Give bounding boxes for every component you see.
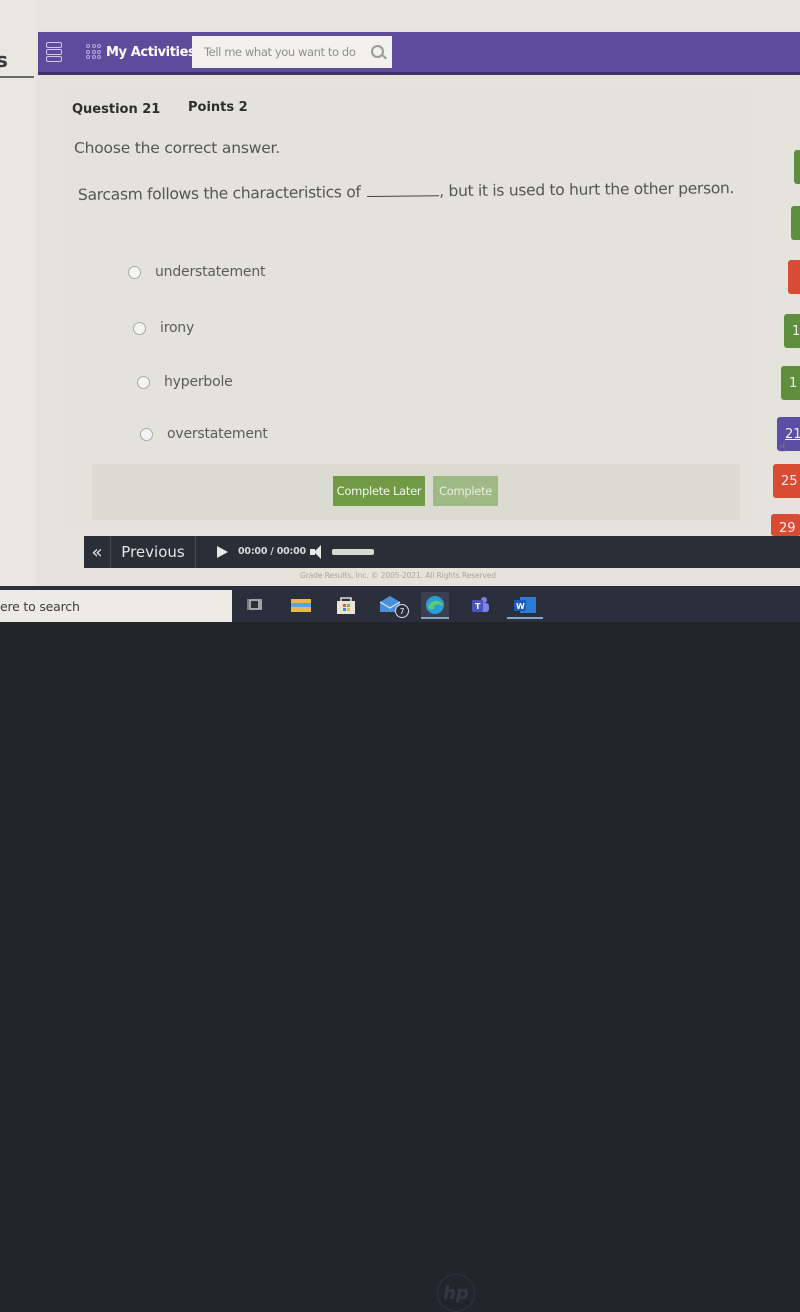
hand-cursor-icon: ☝ bbox=[778, 440, 787, 456]
question-nav-tile[interactable]: 29 bbox=[771, 514, 800, 536]
play-icon[interactable] bbox=[217, 546, 228, 558]
question-nav-tile[interactable] bbox=[791, 206, 800, 240]
file-explorer-icon[interactable] bbox=[287, 592, 315, 618]
edge-icon[interactable] bbox=[421, 592, 449, 618]
question-text-after: , but it is used to hurt the other perso… bbox=[439, 179, 735, 201]
laptop-bezel: hp bbox=[0, 622, 800, 1312]
question-nav-tile[interactable] bbox=[788, 260, 800, 294]
edge-active-indicator bbox=[421, 617, 449, 619]
answer-blank bbox=[367, 183, 440, 197]
hamburger-stack-icon[interactable] bbox=[46, 42, 64, 62]
question-nav-tile[interactable] bbox=[794, 150, 800, 184]
mail-badge: 7 bbox=[395, 604, 409, 618]
app-header: My Activities bbox=[38, 32, 800, 72]
option-hyperbole[interactable]: hyperbole bbox=[137, 374, 233, 390]
svg-text:T: T bbox=[475, 602, 481, 611]
grid-dots-icon bbox=[86, 44, 102, 60]
my-activities-label: My Activities bbox=[106, 44, 196, 60]
search-input[interactable] bbox=[202, 44, 366, 60]
radio-button[interactable] bbox=[128, 265, 141, 279]
volume-slider[interactable] bbox=[332, 549, 374, 555]
question-text-before: Sarcasm follows the characteristics of bbox=[77, 183, 361, 204]
option-label: hyperbole bbox=[164, 374, 233, 390]
complete-button[interactable]: Complete bbox=[433, 476, 498, 506]
option-understatement[interactable]: understatement bbox=[128, 264, 265, 280]
taskbar-search-box[interactable]: ere to search bbox=[0, 590, 232, 622]
my-activities-link[interactable]: My Activities bbox=[86, 40, 196, 64]
search-icon[interactable] bbox=[371, 45, 384, 58]
question-number: Question 21 bbox=[72, 102, 161, 117]
left-panel: s bbox=[0, 0, 36, 590]
speaker-icon[interactable] bbox=[310, 544, 326, 560]
radio-button[interactable] bbox=[140, 427, 153, 441]
hp-logo: hp bbox=[437, 1274, 475, 1312]
partial-tab-label: s bbox=[0, 48, 8, 72]
question-nav-tile[interactable]: 1 bbox=[784, 314, 800, 348]
radio-button[interactable] bbox=[133, 321, 146, 335]
word-active-indicator bbox=[507, 617, 543, 619]
question-nav-tile[interactable]: 1 bbox=[781, 366, 800, 400]
option-overstatement[interactable]: overstatement bbox=[140, 426, 268, 442]
word-icon[interactable]: W bbox=[511, 592, 539, 618]
bottom-nav-bar: « Previous 00:00 / 00:00 bbox=[84, 536, 800, 568]
option-irony[interactable]: irony bbox=[133, 320, 194, 336]
previous-button[interactable]: Previous bbox=[111, 536, 196, 568]
option-label: understatement bbox=[155, 264, 266, 280]
radio-button[interactable] bbox=[137, 375, 150, 389]
copyright-text: Grade Results, Inc. © 2005-2021. All Rig… bbox=[300, 571, 496, 580]
taskbar-search-placeholder: ere to search bbox=[0, 598, 80, 614]
question-instruction: Choose the correct answer. bbox=[74, 139, 281, 157]
question-nav-tile[interactable]: 25 bbox=[773, 464, 800, 498]
double-chevron-left-icon[interactable]: « bbox=[84, 536, 111, 568]
task-view-icon[interactable] bbox=[242, 592, 270, 618]
option-label: irony bbox=[160, 320, 195, 336]
tab-underline bbox=[0, 76, 34, 78]
teams-icon[interactable]: T bbox=[466, 592, 494, 618]
svg-text:W: W bbox=[516, 602, 525, 611]
search-box[interactable] bbox=[192, 36, 392, 68]
complete-later-button[interactable]: Complete Later bbox=[333, 476, 425, 506]
question-points: Points 2 bbox=[188, 100, 248, 115]
microsoft-store-icon[interactable] bbox=[332, 592, 360, 618]
option-label: overstatement bbox=[167, 426, 268, 442]
audio-time: 00:00 / 00:00 bbox=[238, 546, 306, 557]
top-area bbox=[36, 0, 800, 30]
